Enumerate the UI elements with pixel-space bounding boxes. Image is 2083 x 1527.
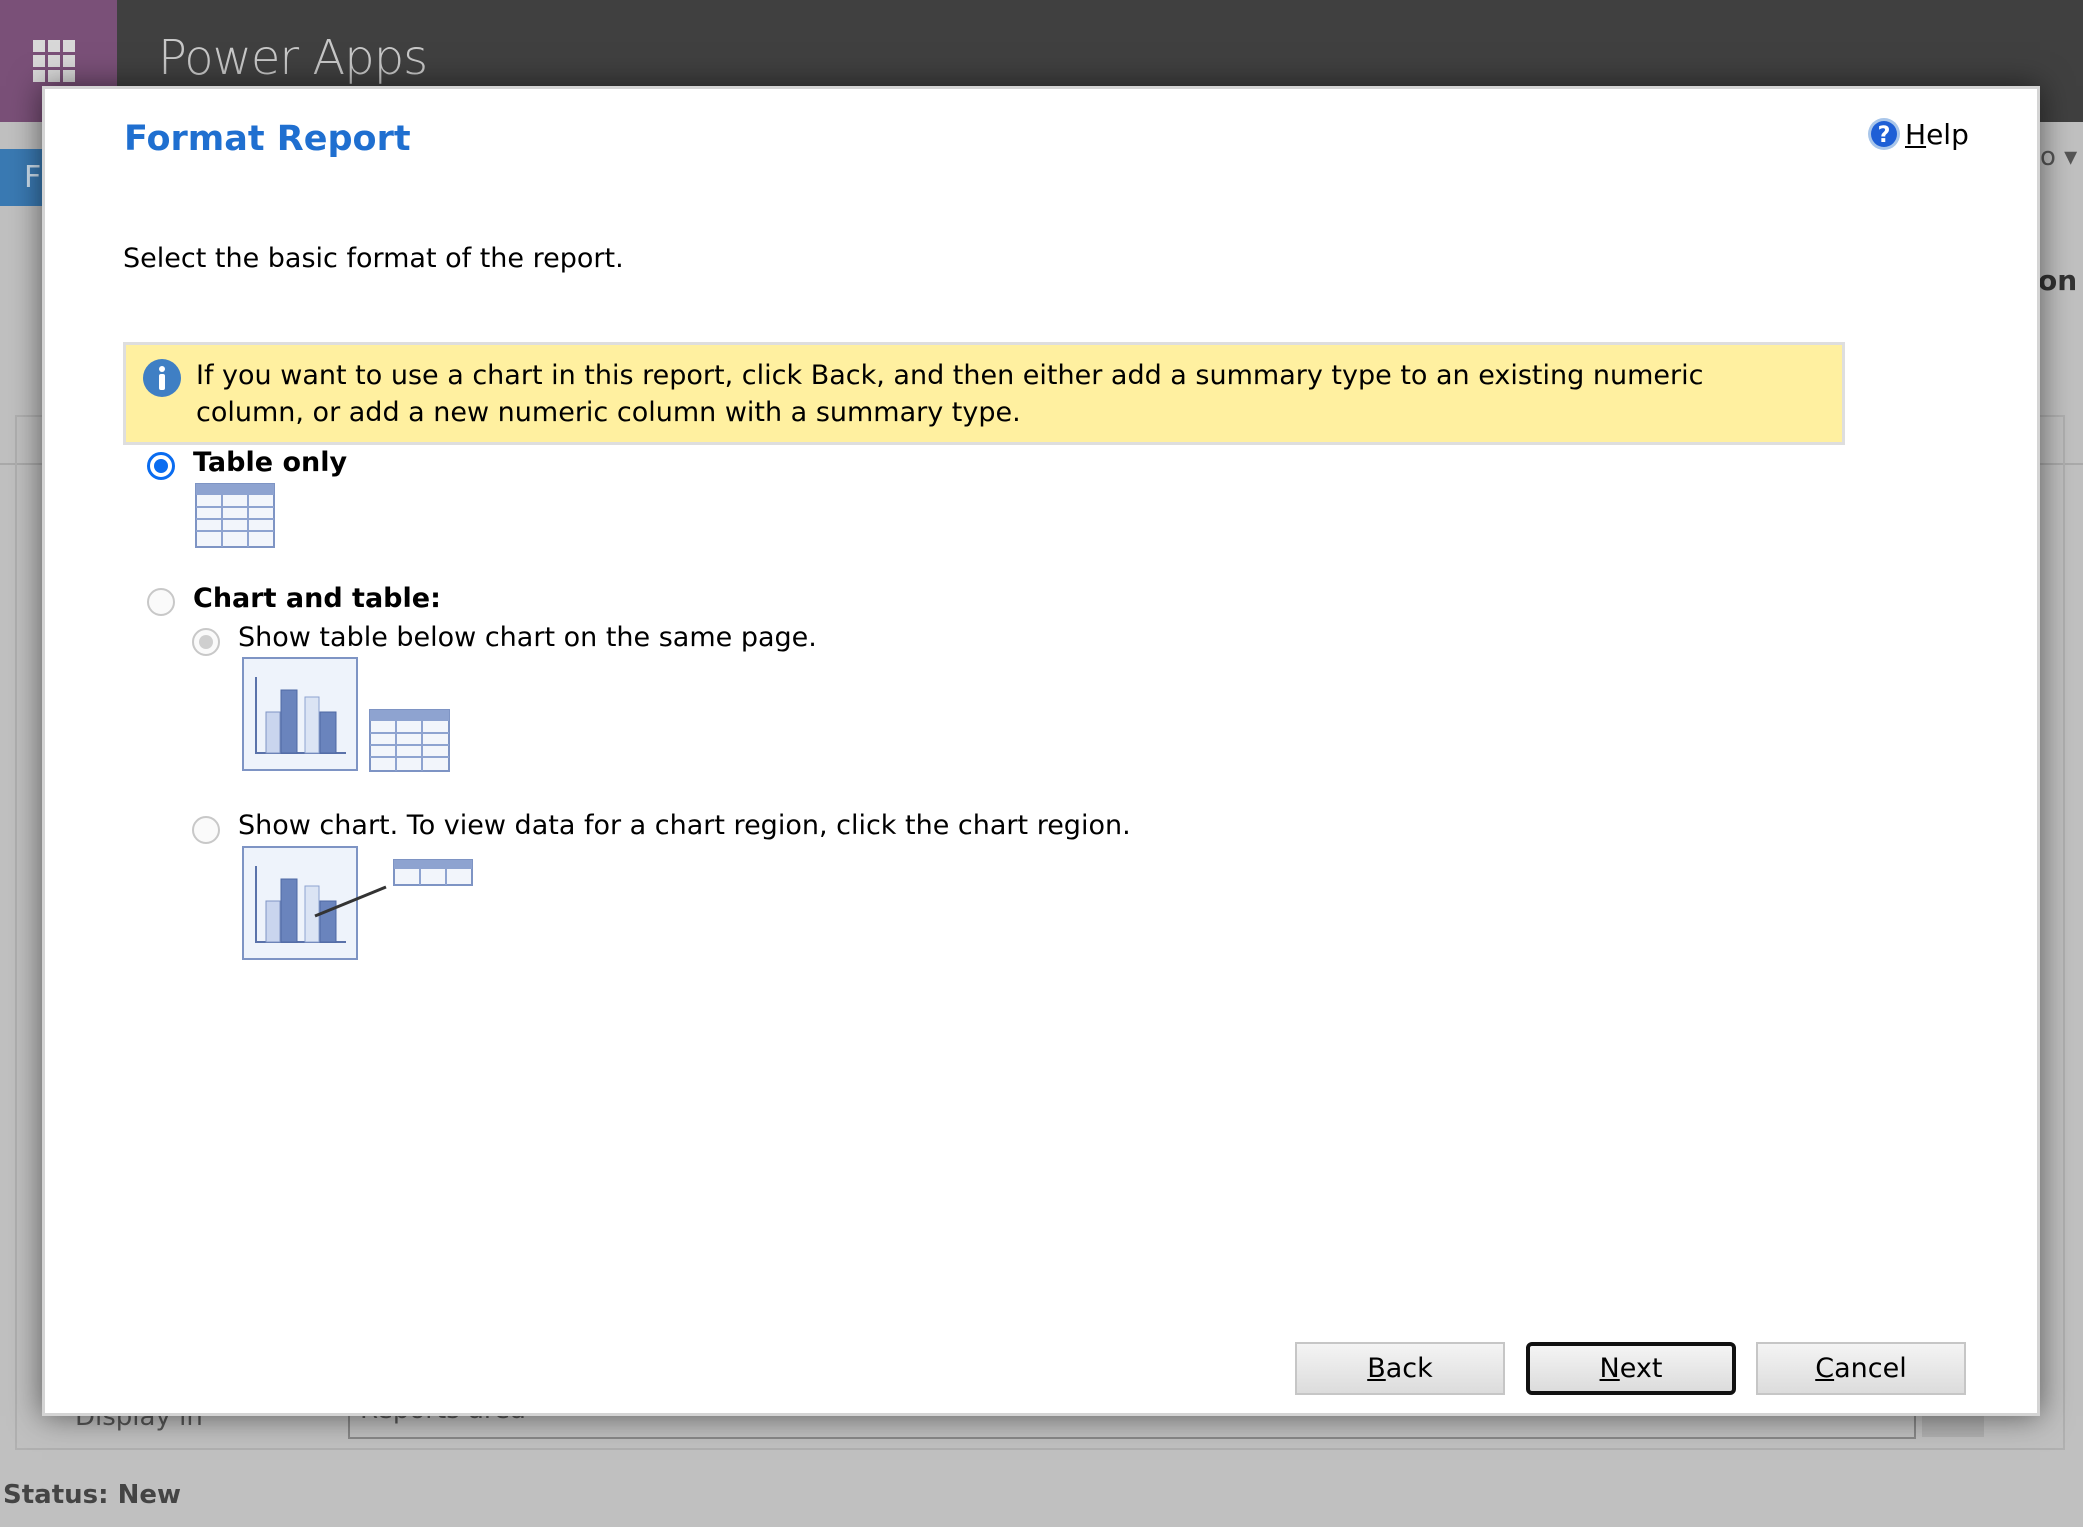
table-only-label[interactable]: Table only: [193, 447, 347, 478]
chart-and-table-radio[interactable]: [147, 588, 175, 616]
background-heading-fragment: on: [2038, 264, 2078, 297]
help-link[interactable]: ? Help: [1867, 117, 1969, 151]
table-only-radio[interactable]: [147, 452, 175, 480]
info-icon: [143, 359, 181, 397]
dialog-instructions: Select the basic format of the report.: [123, 243, 624, 274]
next-button[interactable]: Next: [1526, 1342, 1736, 1395]
chart-and-table-label[interactable]: Chart and table:: [193, 583, 441, 614]
waffle-icon: [33, 40, 75, 82]
table-below-chart-label[interactable]: Show table below chart on the same page.: [238, 622, 817, 653]
format-report-dialog: Format Report ? Help Select the basic fo…: [42, 86, 2040, 1416]
info-banner: If you want to use a chart in this repor…: [123, 342, 1845, 445]
app-title: Power Apps: [158, 30, 428, 86]
info-text: If you want to use a chart in this repor…: [196, 360, 1704, 428]
back-button[interactable]: Back: [1295, 1342, 1505, 1395]
chart-drilldown-radio[interactable]: [192, 816, 220, 844]
status-text: Status: New: [3, 1480, 181, 1510]
table-icon: [369, 709, 450, 772]
dialog-title: Format Report: [124, 119, 411, 159]
bar-chart-icon: [242, 657, 358, 771]
cancel-button[interactable]: Cancel: [1756, 1342, 1966, 1395]
drilldown-connector-icon: [314, 859, 473, 918]
help-circle-icon: ?: [1868, 118, 1900, 150]
chart-drilldown-label[interactable]: Show chart. To view data for a chart reg…: [238, 810, 1131, 841]
svg-text:?: ?: [1878, 123, 1891, 148]
table-below-chart-radio[interactable]: [192, 628, 220, 656]
table-icon: [195, 483, 275, 548]
background-menu-fragment: o ▾: [2040, 142, 2078, 172]
